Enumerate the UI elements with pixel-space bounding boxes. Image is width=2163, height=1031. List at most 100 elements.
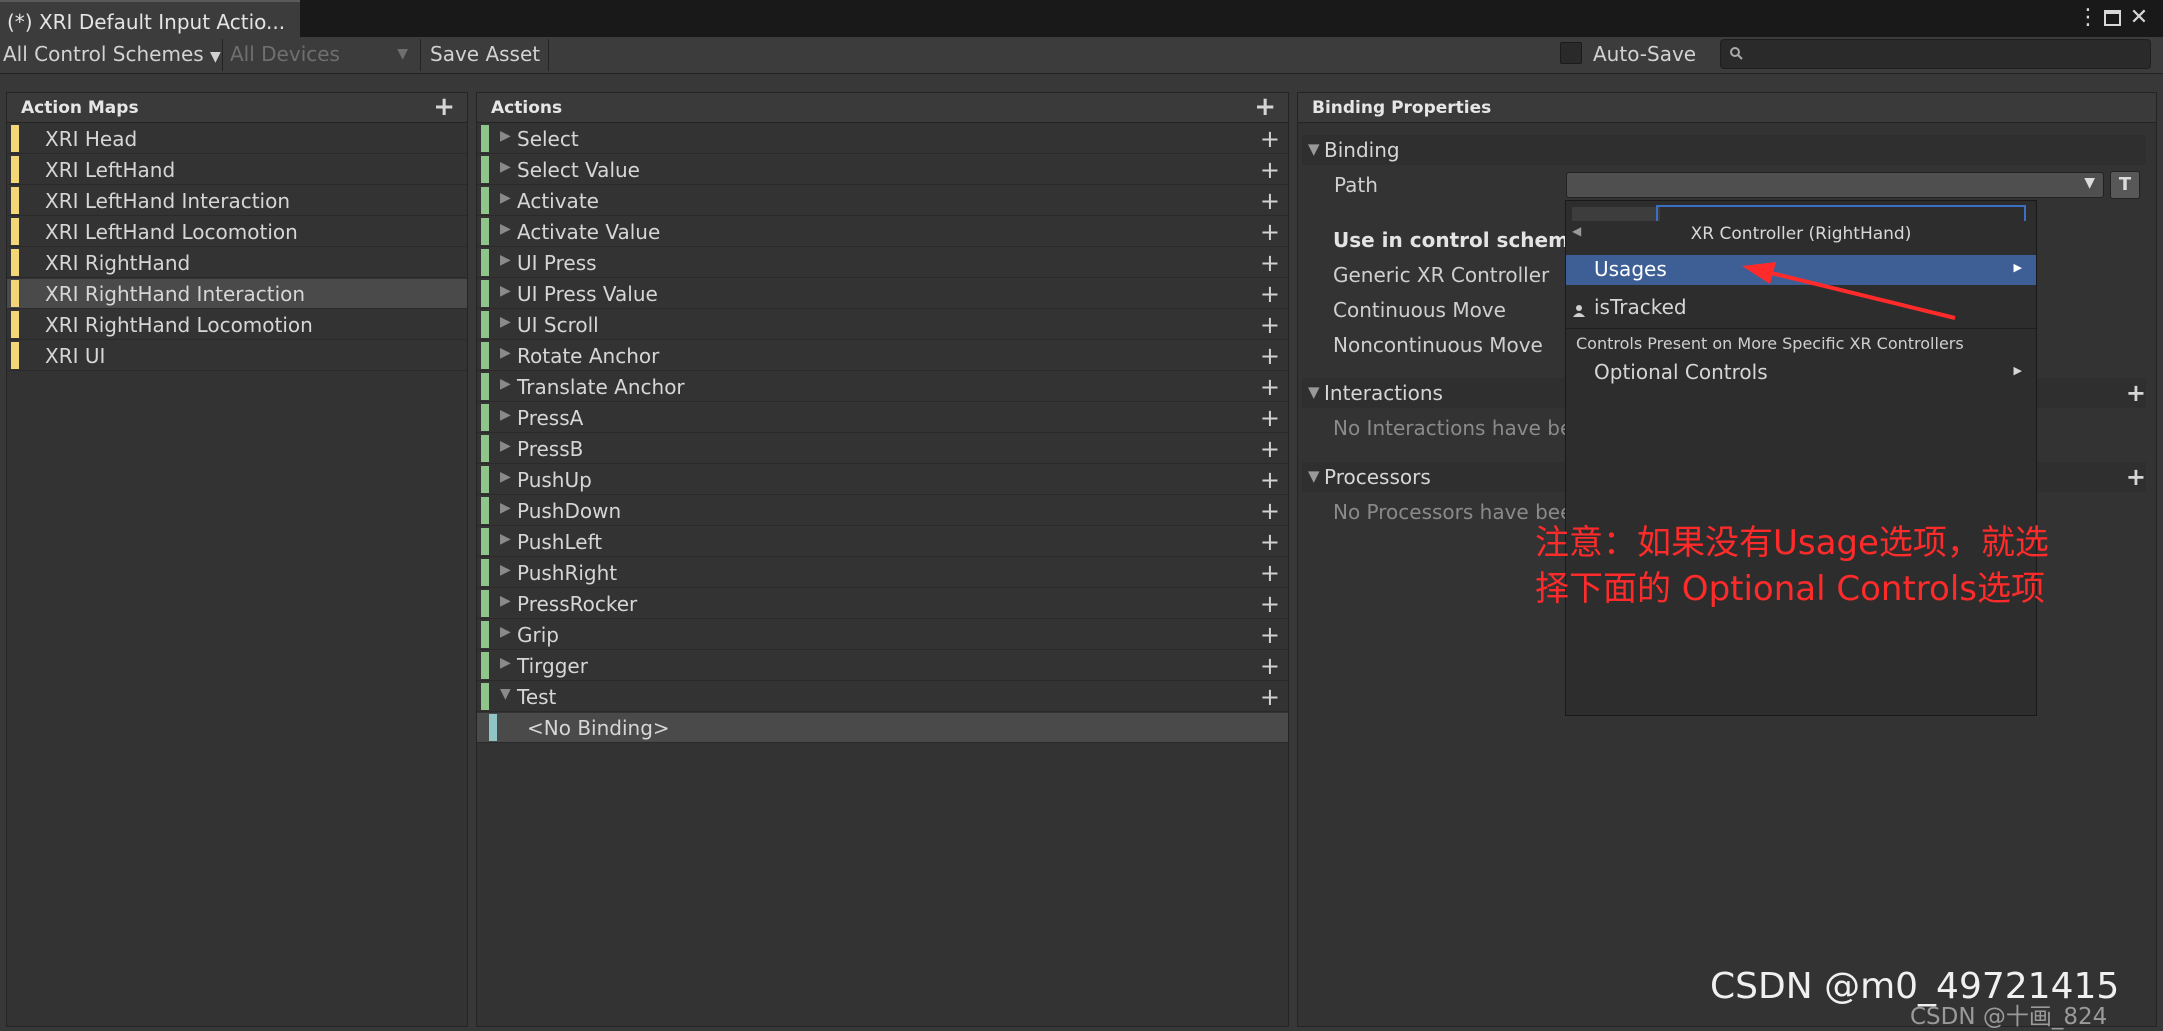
action-item[interactable]: ▶ PushUp + — [477, 465, 1288, 495]
action-item[interactable]: ▶ PressA + — [477, 403, 1288, 433]
action-color-bar — [481, 652, 489, 679]
add-action-map-button[interactable]: + — [433, 94, 455, 120]
expand-triangle-icon[interactable]: ▶ — [500, 407, 511, 423]
add-binding-button[interactable]: + — [1260, 404, 1280, 432]
is-tracked-label: isTracked — [1594, 295, 1687, 319]
action-map-item[interactable]: XRI RightHand Interaction — [7, 279, 467, 309]
action-item[interactable]: ▶ PressB + — [477, 434, 1288, 464]
expand-triangle-icon[interactable]: ▶ — [500, 531, 511, 547]
close-icon[interactable]: ✕ — [2126, 4, 2152, 32]
binding-properties-header: Binding Properties — [1298, 93, 2156, 123]
action-item[interactable]: ▶ PushDown + — [477, 496, 1288, 526]
add-action-button[interactable]: + — [1254, 94, 1276, 120]
action-map-item[interactable]: XRI Head — [7, 124, 467, 154]
expand-triangle-icon[interactable]: ▶ — [500, 314, 511, 330]
binding-section-header[interactable]: ▼ Binding — [1302, 135, 2146, 165]
devices-dropdown[interactable]: All Devices ▼ — [230, 37, 408, 73]
add-interaction-button[interactable]: + — [2126, 380, 2146, 406]
action-item[interactable]: ▶ UI Press Value + — [477, 279, 1288, 309]
expand-triangle-icon[interactable]: ▶ — [500, 562, 511, 578]
add-binding-button[interactable]: + — [1260, 621, 1280, 649]
path-dropdown[interactable]: ▼ — [1566, 172, 2104, 198]
action-item[interactable]: ▶ Select Value + — [477, 155, 1288, 185]
text-mode-button[interactable]: T — [2110, 171, 2140, 199]
action-map-item[interactable]: XRI RightHand Locomotion — [7, 310, 467, 340]
binding-item[interactable]: <No Binding> — [477, 713, 1288, 743]
expand-triangle-icon[interactable]: ▶ — [500, 500, 511, 516]
action-map-item[interactable]: XRI LeftHand Interaction — [7, 186, 467, 216]
search-icon — [1730, 47, 1743, 60]
action-map-item[interactable]: XRI UI — [7, 341, 467, 371]
action-item[interactable]: ▶ UI Press + — [477, 248, 1288, 278]
expand-triangle-icon[interactable]: ▶ — [500, 624, 511, 640]
add-binding-button[interactable]: + — [1260, 497, 1280, 525]
add-binding-button[interactable]: + — [1260, 559, 1280, 587]
action-item[interactable]: ▶ PushLeft + — [477, 527, 1288, 557]
window-tab[interactable]: (*) XRI Default Input Actio... — [0, 0, 300, 37]
action-label: Grip — [517, 623, 559, 647]
expand-triangle-icon[interactable]: ▶ — [500, 283, 511, 299]
expand-triangle-icon[interactable]: ▶ — [500, 655, 511, 671]
action-item[interactable]: ▶ Tirgger + — [477, 651, 1288, 681]
add-binding-button[interactable]: + — [1260, 156, 1280, 184]
action-item[interactable]: ▶ PushRight + — [477, 558, 1288, 588]
expand-triangle-icon[interactable]: ▶ — [500, 345, 511, 361]
action-item[interactable]: ▼ Test + — [477, 682, 1288, 712]
action-map-item[interactable]: XRI RightHand — [7, 248, 467, 278]
action-item[interactable]: ▶ Activate Value + — [477, 217, 1288, 247]
add-processor-button[interactable]: + — [2126, 464, 2146, 490]
add-binding-button[interactable]: + — [1260, 528, 1280, 556]
expand-triangle-icon[interactable]: ▶ — [500, 438, 511, 454]
action-color-bar — [481, 404, 489, 431]
add-binding-button[interactable]: + — [1260, 218, 1280, 246]
binding-properties-title: Binding Properties — [1312, 98, 1492, 118]
kebab-menu-icon[interactable]: ⋮ — [2075, 4, 2101, 32]
scheme-generic-xr-controller[interactable]: Generic XR Controller — [1333, 263, 1549, 287]
action-item[interactable]: ▶ Rotate Anchor + — [477, 341, 1288, 371]
scheme-noncontinuous-move[interactable]: Noncontinuous Move — [1333, 333, 1543, 357]
action-map-color-bar — [11, 342, 19, 369]
add-binding-button[interactable]: + — [1260, 373, 1280, 401]
add-binding-button[interactable]: + — [1260, 435, 1280, 463]
action-label: Select Value — [517, 158, 640, 182]
optional-controls-menu-item[interactable]: Optional Controls ▶ — [1566, 358, 2036, 388]
action-item[interactable]: ▶ PressRocker + — [477, 589, 1288, 619]
add-binding-button[interactable]: + — [1260, 280, 1280, 308]
is-tracked-menu-item[interactable]: isTracked — [1566, 293, 2036, 323]
action-item[interactable]: ▶ Grip + — [477, 620, 1288, 650]
auto-save-checkbox[interactable] — [1560, 42, 1582, 64]
tab-bar: (*) XRI Default Input Actio... ⋮ ✕ — [0, 0, 2163, 37]
expand-triangle-icon[interactable]: ▶ — [500, 593, 511, 609]
action-item[interactable]: ▶ Select + — [477, 124, 1288, 154]
usages-menu-item[interactable]: Usages ▶ — [1566, 255, 2036, 285]
action-map-item[interactable]: XRI LeftHand Locomotion — [7, 217, 467, 247]
add-binding-button[interactable]: + — [1260, 466, 1280, 494]
add-binding-button[interactable]: + — [1260, 342, 1280, 370]
action-map-item[interactable]: XRI LeftHand — [7, 155, 467, 185]
maximize-icon[interactable] — [2100, 4, 2126, 36]
action-item[interactable]: ▶ Translate Anchor + — [477, 372, 1288, 402]
action-item[interactable]: ▶ UI Scroll + — [477, 310, 1288, 340]
expand-triangle-icon[interactable]: ▶ — [500, 469, 511, 485]
expand-triangle-icon[interactable]: ▶ — [500, 376, 511, 392]
expand-triangle-icon[interactable]: ▶ — [500, 221, 511, 237]
add-binding-button[interactable]: + — [1260, 311, 1280, 339]
add-binding-button[interactable]: + — [1260, 683, 1280, 711]
collapse-triangle-icon[interactable]: ▼ — [500, 686, 511, 702]
expand-triangle-icon[interactable]: ▶ — [500, 252, 511, 268]
save-asset-button[interactable]: Save Asset — [430, 37, 540, 73]
expand-triangle-icon[interactable]: ▶ — [500, 128, 511, 144]
add-binding-button[interactable]: + — [1260, 590, 1280, 618]
add-binding-button[interactable]: + — [1260, 249, 1280, 277]
binding-section-label: Binding — [1324, 138, 1400, 162]
action-label: Activate Value — [517, 220, 661, 244]
add-binding-button[interactable]: + — [1260, 125, 1280, 153]
expand-triangle-icon[interactable]: ▶ — [500, 190, 511, 206]
add-binding-button[interactable]: + — [1260, 187, 1280, 215]
scheme-continuous-move[interactable]: Continuous Move — [1333, 298, 1506, 322]
search-input[interactable] — [1720, 39, 2151, 69]
action-item[interactable]: ▶ Activate + — [477, 186, 1288, 216]
control-scheme-dropdown[interactable]: All Control Schemes ▼ — [3, 37, 221, 73]
expand-triangle-icon[interactable]: ▶ — [500, 159, 511, 175]
add-binding-button[interactable]: + — [1260, 652, 1280, 680]
